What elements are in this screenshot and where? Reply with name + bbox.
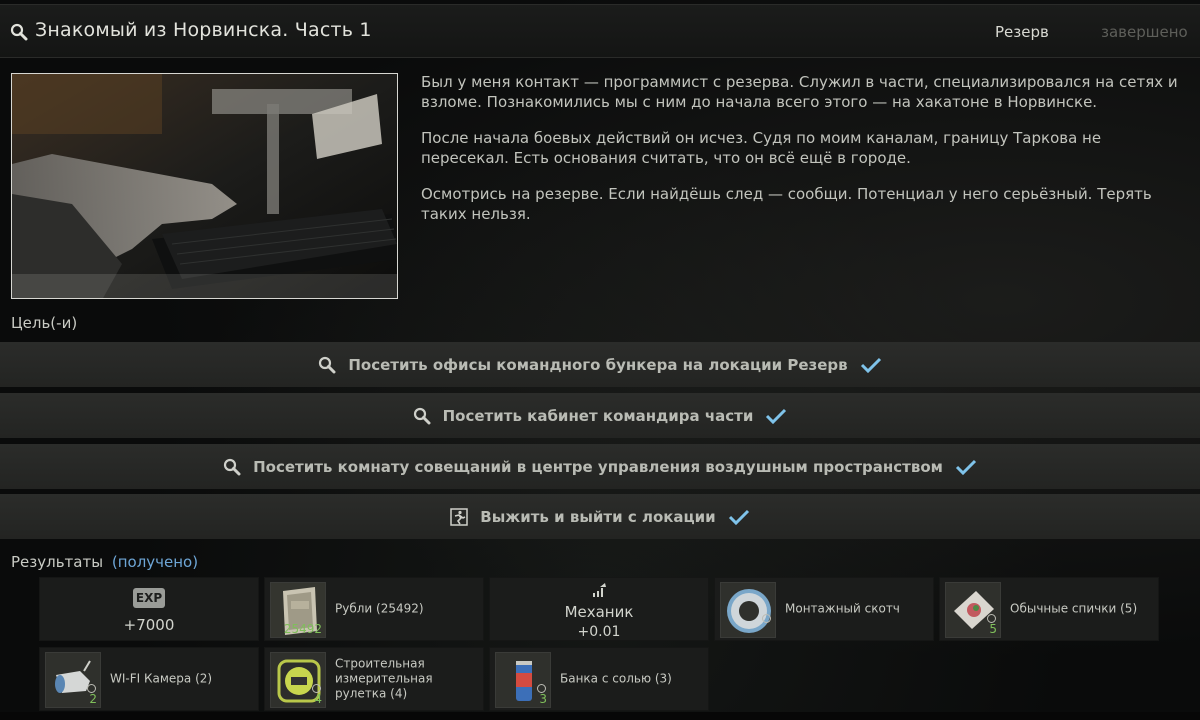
- objective-row[interactable]: Выжить и выйти с локации: [0, 494, 1200, 539]
- checkmark-icon: [728, 509, 749, 525]
- objective-label: Посетить комнату совещаний в центре упра…: [253, 457, 943, 476]
- objective-label: Посетить офисы командного бункера на лок…: [348, 355, 848, 374]
- tape-name: Монтажный скотч: [785, 601, 900, 616]
- camera-qty: 2: [89, 692, 97, 706]
- results-label: Результаты (получено): [11, 553, 198, 571]
- results-received: (получено): [111, 553, 199, 571]
- objective-row[interactable]: Посетить кабинет командира части: [0, 393, 1200, 438]
- salt-can-icon: 3: [495, 652, 551, 708]
- quest-header: Знакомый из Норвинска. Часть 1 Резерв за…: [0, 4, 1200, 58]
- reward-item-matches[interactable]: 5 Обычные спички (5): [939, 577, 1159, 641]
- reward-item-measuring-tape[interactable]: 4 Строительная измерительная рулетка (4): [264, 647, 484, 711]
- description-paragraph: После начала боевых действий он исчез. С…: [421, 129, 1102, 167]
- search-icon: [223, 458, 241, 475]
- reward-item-camera[interactable]: 2 WI-FI Камера (2): [39, 647, 259, 711]
- quest-title: Знакомый из Норвинска. Часть 1: [35, 19, 372, 41]
- reward-exp: EXP +7000: [39, 577, 259, 641]
- search-icon: [413, 407, 431, 424]
- objective-label: Посетить кабинет командира части: [442, 406, 754, 425]
- standing-up-icon: [593, 583, 606, 597]
- checkmark-icon: [860, 357, 881, 373]
- search-icon: [319, 356, 336, 373]
- matches-name: Обычные спички (5): [1010, 601, 1138, 616]
- objective-row[interactable]: Посетить офисы командного бункера на лок…: [0, 342, 1200, 387]
- wifi-camera-icon: 2: [45, 652, 101, 708]
- exit-icon: [450, 507, 469, 526]
- quest-description: Был у меня контакт — программист с резер…: [421, 73, 1181, 241]
- measuring-tape-qty: 4: [314, 692, 322, 706]
- objective-label: Выжить и выйти с локации: [480, 507, 716, 526]
- reward-item-tape[interactable]: Монтажный скотч: [714, 577, 934, 641]
- roubles-icon: 25492: [270, 582, 326, 638]
- exp-icon: EXP: [133, 588, 165, 608]
- quest-status: завершено: [1101, 23, 1188, 41]
- reward-item-salt[interactable]: 3 Банка с солью (3): [489, 647, 709, 711]
- salt-name: Банка с солью (3): [560, 671, 672, 686]
- objective-row[interactable]: Посетить комнату совещаний в центре упра…: [0, 444, 1200, 489]
- search-icon: [10, 23, 28, 41]
- trader-standing-value: +0.01: [577, 624, 621, 640]
- checkmark-icon: [955, 459, 976, 475]
- exp-value: +7000: [123, 616, 175, 634]
- measuring-tape-icon: 4: [270, 652, 326, 708]
- results-title: Результаты: [11, 553, 104, 571]
- salt-qty: 3: [539, 692, 547, 706]
- description-paragraph: Осмотрись на резерве. Если найдёшь след …: [421, 185, 1152, 223]
- goals-label: Цель(-и): [11, 314, 78, 332]
- matches-qty: 5: [989, 622, 997, 636]
- roubles-name: Рубли (25492): [335, 601, 424, 616]
- quest-location[interactable]: Резерв: [995, 23, 1049, 41]
- trader-name: Механик: [564, 603, 634, 621]
- bottom-bar: [0, 712, 1200, 720]
- checkmark-icon: [766, 408, 787, 424]
- description-paragraph: Был у меня контакт — программист с резер…: [421, 73, 1178, 111]
- found-in-raid-icon: [762, 614, 771, 623]
- measuring-tape-name: Строительная измерительная рулетка (4): [335, 656, 433, 701]
- keyboard-photo: [12, 74, 397, 298]
- quest-image: [11, 73, 398, 299]
- matches-icon: 5: [945, 582, 1001, 638]
- reward-item-roubles[interactable]: 25492 Рубли (25492): [264, 577, 484, 641]
- camera-name: WI-FI Камера (2): [110, 671, 213, 686]
- roubles-qty: 25492: [283, 622, 322, 636]
- reward-trader-standing: Механик +0.01: [489, 577, 709, 641]
- tape-icon: [720, 582, 776, 638]
